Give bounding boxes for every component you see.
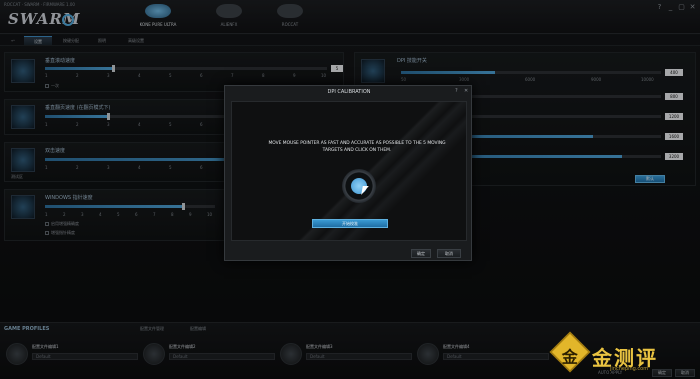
site-watermark: 金 金测评 jincheping.com bbox=[549, 331, 700, 379]
dialog-cancel-button[interactable]: 取消 bbox=[437, 249, 461, 258]
calibration-area[interactable]: MOVE MOUSE POINTER AS FAST AND ACCURATE … bbox=[231, 101, 467, 241]
dialog-close-icon[interactable]: ✕ bbox=[464, 88, 468, 94]
dialog-title: DPI CALIBRATION bbox=[327, 89, 371, 95]
calibration-instructions: MOVE MOUSE POINTER AS FAST AND ACCURATE … bbox=[268, 141, 446, 153]
dpi-calibration-dialog: DPI CALIBRATION ? ✕ MOVE MOUSE POINTER A… bbox=[224, 85, 472, 261]
calibration-target[interactable] bbox=[342, 169, 376, 203]
dialog-help-icon[interactable]: ? bbox=[455, 88, 458, 94]
watermark-url: jincheping.com bbox=[610, 366, 649, 372]
start-calibration-button[interactable]: 开始校准 bbox=[312, 219, 388, 228]
watermark-logo-icon: 金 bbox=[549, 331, 591, 373]
app-window: ROCCAT · SWARM · FIRMWARE 1.00 SWARM KON… bbox=[0, 0, 700, 379]
dialog-ok-button[interactable]: 确定 bbox=[411, 249, 431, 258]
